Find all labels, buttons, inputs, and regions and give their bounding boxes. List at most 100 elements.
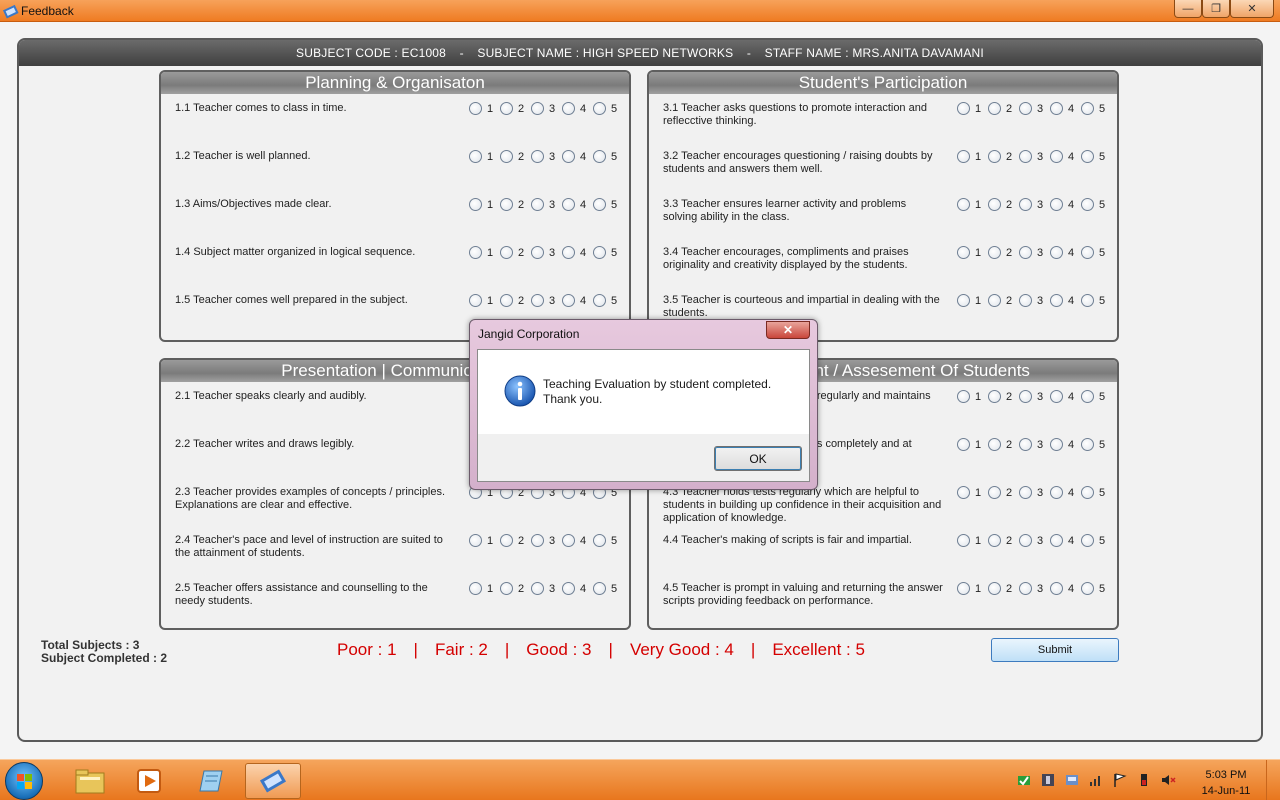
rating-radio[interactable] bbox=[562, 582, 575, 595]
rating-option-3[interactable]: 3 bbox=[1019, 102, 1045, 115]
rating-radio[interactable] bbox=[500, 150, 513, 163]
rating-radio[interactable] bbox=[593, 246, 606, 259]
rating-option-4[interactable]: 4 bbox=[562, 534, 588, 547]
rating-option-5[interactable]: 5 bbox=[593, 534, 619, 547]
rating-radio[interactable] bbox=[500, 582, 513, 595]
rating-option-5[interactable]: 5 bbox=[1081, 390, 1107, 403]
rating-option-2[interactable]: 2 bbox=[988, 390, 1014, 403]
start-button[interactable] bbox=[5, 762, 43, 800]
rating-radio[interactable] bbox=[562, 294, 575, 307]
rating-radio[interactable] bbox=[500, 246, 513, 259]
rating-radio[interactable] bbox=[1081, 438, 1094, 451]
rating-radio[interactable] bbox=[531, 246, 544, 259]
rating-radio[interactable] bbox=[1019, 198, 1032, 211]
rating-option-2[interactable]: 2 bbox=[500, 198, 526, 211]
rating-option-3[interactable]: 3 bbox=[1019, 198, 1045, 211]
rating-radio[interactable] bbox=[1019, 534, 1032, 547]
rating-option-1[interactable]: 1 bbox=[957, 534, 983, 547]
rating-option-2[interactable]: 2 bbox=[988, 294, 1014, 307]
rating-radio[interactable] bbox=[957, 198, 970, 211]
device-tray-icon[interactable] bbox=[1064, 772, 1080, 788]
rating-radio[interactable] bbox=[1019, 150, 1032, 163]
rating-radio[interactable] bbox=[1019, 390, 1032, 403]
rating-radio[interactable] bbox=[593, 150, 606, 163]
rating-radio[interactable] bbox=[1019, 582, 1032, 595]
taskbar-feedback-app[interactable] bbox=[245, 763, 301, 799]
rating-option-3[interactable]: 3 bbox=[531, 150, 557, 163]
signal-tray-icon[interactable] bbox=[1088, 772, 1104, 788]
rating-radio[interactable] bbox=[469, 198, 482, 211]
rating-option-4[interactable]: 4 bbox=[562, 246, 588, 259]
rating-radio[interactable] bbox=[988, 198, 1001, 211]
show-desktop-button[interactable] bbox=[1266, 760, 1280, 800]
rating-radio[interactable] bbox=[1050, 102, 1063, 115]
rating-radio[interactable] bbox=[988, 486, 1001, 499]
rating-radio[interactable] bbox=[957, 246, 970, 259]
rating-option-5[interactable]: 5 bbox=[1081, 438, 1107, 451]
rating-radio[interactable] bbox=[1050, 198, 1063, 211]
rating-radio[interactable] bbox=[957, 294, 970, 307]
rating-radio[interactable] bbox=[1050, 582, 1063, 595]
rating-option-1[interactable]: 1 bbox=[469, 102, 495, 115]
rating-option-1[interactable]: 1 bbox=[469, 198, 495, 211]
rating-option-1[interactable]: 1 bbox=[957, 246, 983, 259]
rating-option-5[interactable]: 5 bbox=[1081, 198, 1107, 211]
rating-option-3[interactable]: 3 bbox=[1019, 438, 1045, 451]
rating-radio[interactable] bbox=[988, 150, 1001, 163]
rating-option-4[interactable]: 4 bbox=[562, 294, 588, 307]
dialog-close-button[interactable]: ✕ bbox=[766, 321, 810, 339]
rating-option-5[interactable]: 5 bbox=[593, 582, 619, 595]
rating-radio[interactable] bbox=[1050, 534, 1063, 547]
rating-radio[interactable] bbox=[531, 198, 544, 211]
rating-radio[interactable] bbox=[1081, 534, 1094, 547]
ok-button[interactable]: OK bbox=[714, 446, 802, 471]
rating-option-1[interactable]: 1 bbox=[957, 486, 983, 499]
rating-option-4[interactable]: 4 bbox=[1050, 246, 1076, 259]
rating-option-5[interactable]: 5 bbox=[1081, 294, 1107, 307]
rating-option-4[interactable]: 4 bbox=[562, 102, 588, 115]
rating-radio[interactable] bbox=[957, 534, 970, 547]
rating-radio[interactable] bbox=[593, 294, 606, 307]
rating-option-4[interactable]: 4 bbox=[1050, 390, 1076, 403]
rating-radio[interactable] bbox=[1050, 246, 1063, 259]
taskbar-clock[interactable]: 5:03 PM 14-Jun-11 bbox=[1196, 767, 1256, 799]
rating-radio[interactable] bbox=[957, 390, 970, 403]
rating-option-1[interactable]: 1 bbox=[469, 150, 495, 163]
rating-option-4[interactable]: 4 bbox=[1050, 102, 1076, 115]
rating-option-2[interactable]: 2 bbox=[500, 534, 526, 547]
rating-radio[interactable] bbox=[988, 582, 1001, 595]
rating-radio[interactable] bbox=[957, 582, 970, 595]
rating-option-4[interactable]: 4 bbox=[562, 150, 588, 163]
taskbar-explorer[interactable] bbox=[62, 763, 118, 799]
rating-radio[interactable] bbox=[1081, 246, 1094, 259]
rating-radio[interactable] bbox=[1050, 390, 1063, 403]
rating-radio[interactable] bbox=[988, 534, 1001, 547]
rating-option-5[interactable]: 5 bbox=[1081, 150, 1107, 163]
rating-radio[interactable] bbox=[1019, 294, 1032, 307]
rating-radio[interactable] bbox=[593, 582, 606, 595]
rating-option-5[interactable]: 5 bbox=[1081, 486, 1107, 499]
rating-option-5[interactable]: 5 bbox=[1081, 534, 1107, 547]
rating-radio[interactable] bbox=[957, 150, 970, 163]
rating-radio[interactable] bbox=[1019, 438, 1032, 451]
rating-radio[interactable] bbox=[1019, 246, 1032, 259]
rating-radio[interactable] bbox=[531, 294, 544, 307]
rating-radio[interactable] bbox=[500, 534, 513, 547]
rating-option-3[interactable]: 3 bbox=[531, 246, 557, 259]
rating-radio[interactable] bbox=[593, 534, 606, 547]
rating-option-4[interactable]: 4 bbox=[1050, 534, 1076, 547]
rating-option-1[interactable]: 1 bbox=[957, 582, 983, 595]
rating-option-2[interactable]: 2 bbox=[988, 534, 1014, 547]
rating-radio[interactable] bbox=[1081, 390, 1094, 403]
rating-radio[interactable] bbox=[988, 102, 1001, 115]
rating-option-5[interactable]: 5 bbox=[593, 198, 619, 211]
rating-option-4[interactable]: 4 bbox=[562, 582, 588, 595]
rating-option-3[interactable]: 3 bbox=[1019, 486, 1045, 499]
rating-radio[interactable] bbox=[593, 102, 606, 115]
rating-option-2[interactable]: 2 bbox=[988, 198, 1014, 211]
rating-radio[interactable] bbox=[1081, 150, 1094, 163]
close-button[interactable]: ✕ bbox=[1230, 0, 1274, 18]
rating-option-4[interactable]: 4 bbox=[1050, 486, 1076, 499]
rating-radio[interactable] bbox=[562, 534, 575, 547]
rating-radio[interactable] bbox=[531, 582, 544, 595]
